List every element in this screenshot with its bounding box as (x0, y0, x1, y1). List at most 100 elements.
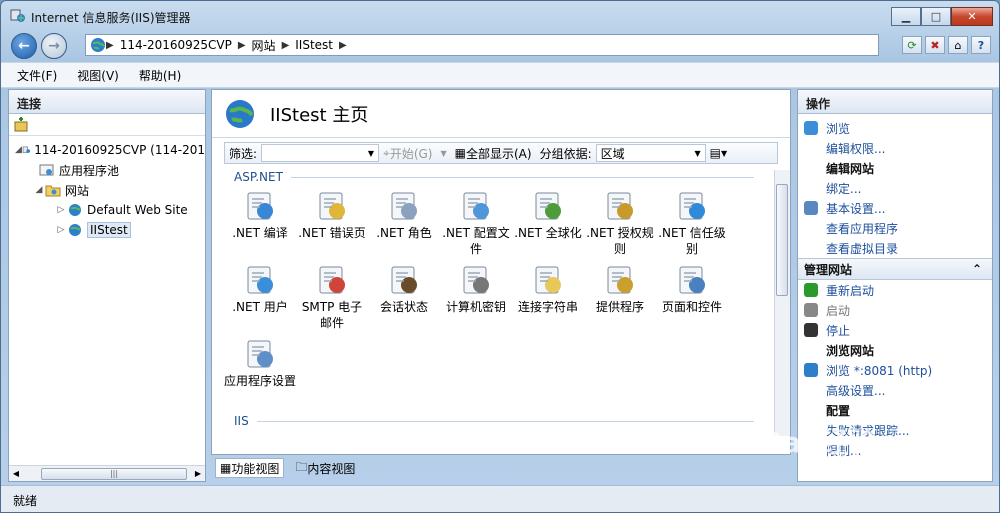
group-header-aspnet: ASP.NET (234, 168, 764, 186)
feature-item[interactable]: .NET 错误页 (296, 186, 368, 260)
scroll-thumb[interactable]: ||| (41, 467, 187, 480)
feature-icon (391, 192, 417, 220)
action-icon (804, 141, 818, 155)
action-link[interactable]: 查看应用程序 (798, 218, 992, 238)
actions-title: 操作 (798, 90, 992, 114)
globe-icon (69, 224, 81, 236)
tree-item-sites[interactable]: ◢ 网站 (9, 180, 205, 200)
refresh-icon[interactable]: ⟳ (902, 36, 922, 54)
feature-label: .NET 编译 (232, 226, 288, 240)
feature-item[interactable]: 计算机密钥 (440, 260, 512, 334)
connections-panel: 连接 ◢ 114-20160925CVP (114-201 应用程序池 ◢ 网站… (8, 89, 206, 482)
tab-content-view[interactable]: 🗀 内容视图 (290, 458, 360, 478)
tab-features-view[interactable]: ▦ 功能视图 (215, 458, 285, 478)
collapse-icon[interactable]: ◢ (15, 145, 22, 155)
menu-help[interactable]: 帮助(H) (139, 67, 181, 84)
action-icon (804, 121, 818, 135)
feature-label: 会话状态 (379, 300, 428, 314)
feature-item[interactable]: .NET 全球化 (512, 186, 584, 260)
feature-item[interactable]: 应用程序设置 (224, 334, 296, 408)
breadcrumb-separator: ▶ (339, 39, 347, 51)
home-icon[interactable]: ⌂ (948, 36, 968, 54)
feature-icon (319, 266, 345, 294)
tree-item-iistest[interactable]: ▷ IIStest (9, 220, 205, 240)
action-link[interactable]: 浏览 (798, 118, 992, 138)
action-link[interactable]: 停止 (798, 320, 992, 340)
scroll-thumb[interactable] (776, 184, 788, 296)
tree-item-app-pools[interactable]: 应用程序池 (9, 160, 205, 180)
window-title: Internet 信息服务(IIS)管理器 (31, 11, 191, 25)
minimize-button[interactable]: ▁ (891, 7, 921, 26)
feature-item[interactable]: SMTP 电子邮件 (296, 260, 368, 334)
help-icon[interactable]: ? (971, 36, 991, 54)
feature-icon (679, 266, 705, 294)
connections-hscrollbar[interactable]: ◀ ||| ▶ (9, 465, 205, 481)
scroll-left-icon[interactable]: ◀ (9, 469, 23, 478)
stop-icon[interactable]: ✖ (925, 36, 945, 54)
connections-title: 连接 (9, 90, 205, 114)
tree-item-server[interactable]: ◢ 114-20160925CVP (114-201 (9, 140, 205, 160)
feature-icon (607, 266, 633, 294)
action-link[interactable]: 绑定... (798, 178, 992, 198)
feature-item[interactable]: 提供程序 (584, 260, 656, 334)
navigation-bar: ← → ▶ 114-20160925CVP ▶ 网站 ▶ IIStest ▶ ⟳… (1, 31, 999, 61)
features-view-icon: ▦ (220, 461, 232, 475)
breadcrumb-separator: ▶ (281, 39, 290, 51)
close-button[interactable]: ✕ (951, 7, 993, 26)
feature-label: .NET 角色 (376, 226, 432, 240)
feature-item[interactable]: .NET 编译 (224, 186, 296, 260)
feature-item[interactable]: .NET 配置文件 (440, 186, 512, 260)
start-button[interactable]: ⌖ 开始(G) (383, 145, 432, 162)
feature-icon (247, 192, 273, 220)
address-bar[interactable]: ▶ 114-20160925CVP ▶ 网站 ▶ IIStest ▶ (85, 34, 879, 56)
maximize-button[interactable]: □ (921, 7, 951, 26)
breadcrumb-site[interactable]: IIStest (295, 38, 333, 52)
expand-icon[interactable]: ▷ (55, 205, 67, 215)
dropdown-arrow-icon: ▼ (367, 148, 375, 158)
filter-input[interactable]: ▼ (261, 144, 380, 162)
dropdown-arrow-icon[interactable]: ▼ (440, 149, 446, 158)
collapse-icon[interactable]: ◢ (33, 185, 45, 195)
menu-view[interactable]: 视图(V) (77, 67, 119, 84)
features-vscrollbar[interactable] (774, 170, 790, 436)
action-link[interactable]: 编辑权限... (798, 138, 992, 158)
feature-icon (391, 266, 417, 294)
action-link[interactable]: 重新启动 (798, 280, 992, 300)
menu-file[interactable]: 文件(F) (17, 67, 57, 84)
grid-view-icon: ▤ (709, 146, 721, 160)
tree-item-default-site[interactable]: ▷ Default Web Site (9, 200, 205, 220)
feature-item[interactable]: .NET 授权规则 (584, 186, 656, 260)
action-link[interactable]: 浏览 *:8081 (http) (798, 360, 992, 380)
breadcrumb-sites[interactable]: 网站 (252, 37, 276, 54)
feature-item[interactable]: 页面和控件 (656, 260, 728, 334)
new-connection-icon[interactable] (13, 116, 29, 133)
forward-button[interactable]: → (41, 33, 67, 59)
back-button[interactable]: ← (11, 33, 37, 59)
breadcrumb-server[interactable]: 114-20160925CVP (120, 38, 232, 52)
feature-item[interactable]: .NET 用户 (224, 260, 296, 334)
action-link[interactable]: 基本设置... (798, 198, 992, 218)
feature-item[interactable]: .NET 信任级别 (656, 186, 728, 260)
feature-icon (463, 266, 489, 294)
feature-item[interactable]: 连接字符串 (512, 260, 584, 334)
feature-item[interactable]: 会话状态 (368, 260, 440, 334)
page-title: IIStest 主页 (270, 104, 369, 126)
expand-icon[interactable]: ▷ (55, 225, 67, 235)
collapse-section-icon[interactable]: ⌃ (972, 262, 982, 276)
view-mode-button[interactable]: ▤ ▼ (710, 146, 728, 160)
group-header-iis: IIS (234, 412, 764, 430)
group-by-select[interactable]: 区域 ▼ (595, 144, 706, 162)
feature-icon (679, 192, 705, 220)
show-all-button[interactable]: ▦ 全部显示(A) (455, 145, 532, 162)
action-icon (804, 383, 818, 397)
filter-bar: 筛选: ▼ ⌖ 开始(G) ▼ ▦ 全部显示(A) 分组依据: 区域 ▼ ▤ ▼ (224, 142, 778, 164)
scroll-right-icon[interactable]: ▶ (191, 469, 205, 478)
feature-item[interactable]: .NET 角色 (368, 186, 440, 260)
actions-section-header[interactable]: 管理网站 ⌃ (798, 258, 992, 280)
feature-label: .NET 错误页 (298, 226, 366, 240)
title-bar: Internet 信息服务(IIS)管理器 ▁ □ ✕ (1, 1, 999, 31)
action-link[interactable]: 查看虚拟目录 (798, 238, 992, 258)
iis-app-icon (10, 9, 25, 22)
action-link[interactable]: 高级设置... (798, 380, 992, 400)
watermark: Bai 经验 (761, 426, 877, 459)
